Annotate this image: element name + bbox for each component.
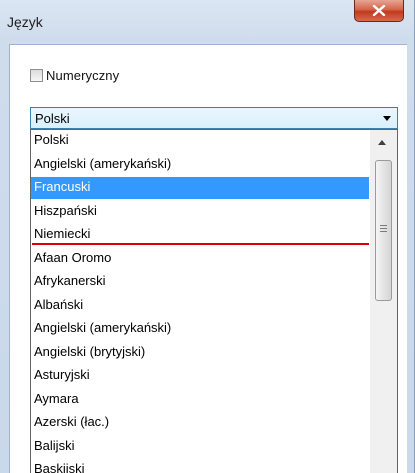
dropdown-option[interactable]: Aymara (31, 389, 369, 411)
numeric-checkbox[interactable] (30, 68, 43, 82)
close-x-icon (372, 5, 386, 16)
dropdown-option[interactable]: Francuski (31, 177, 369, 199)
dropdown-scrollbar[interactable] (370, 130, 397, 473)
numeric-checkbox-label[interactable]: Numeryczny (46, 68, 119, 83)
close-button[interactable] (354, 0, 404, 22)
dropdown-option[interactable]: Angielski (amerykański) (31, 154, 369, 176)
dropdown-option[interactable]: Asturyjski (31, 365, 369, 387)
chevron-down-icon[interactable] (383, 116, 391, 121)
scrollbar-thumb[interactable] (375, 160, 392, 301)
grip-icon (380, 225, 387, 234)
dropdown-option[interactable]: Afrykanerski (31, 271, 369, 293)
dropdown-option[interactable]: Albański (31, 295, 369, 317)
dropdown-option[interactable]: Afaan Oromo (31, 248, 369, 270)
scroll-up-arrow-icon[interactable] (378, 140, 386, 145)
dropdown-option[interactable]: Azerski (łac.) (31, 412, 369, 434)
window-title: Język (7, 14, 43, 30)
numeric-checkbox-row[interactable]: Numeryczny (30, 67, 119, 83)
dropdown-option[interactable]: Angielski (brytyjski) (31, 342, 369, 364)
dropdown-option[interactable]: Balijski (31, 436, 369, 458)
language-select-value: Polski (35, 111, 70, 126)
dropdown-option[interactable]: Hiszpański (31, 201, 369, 223)
dropdown-option[interactable]: Angielski (amerykański) (31, 318, 369, 340)
language-dropdown-list[interactable]: Polski Angielski (amerykański) Francuski Hi… (30, 129, 398, 473)
language-select[interactable]: Polski (30, 107, 398, 129)
dropdown-option[interactable]: Polski (31, 130, 369, 152)
dropdown-option[interactable]: Baskijski (31, 459, 369, 473)
recent-languages-separator (32, 242, 369, 245)
language-dialog: Język Numeryczny Polski Polski Angielski … (0, 0, 415, 473)
